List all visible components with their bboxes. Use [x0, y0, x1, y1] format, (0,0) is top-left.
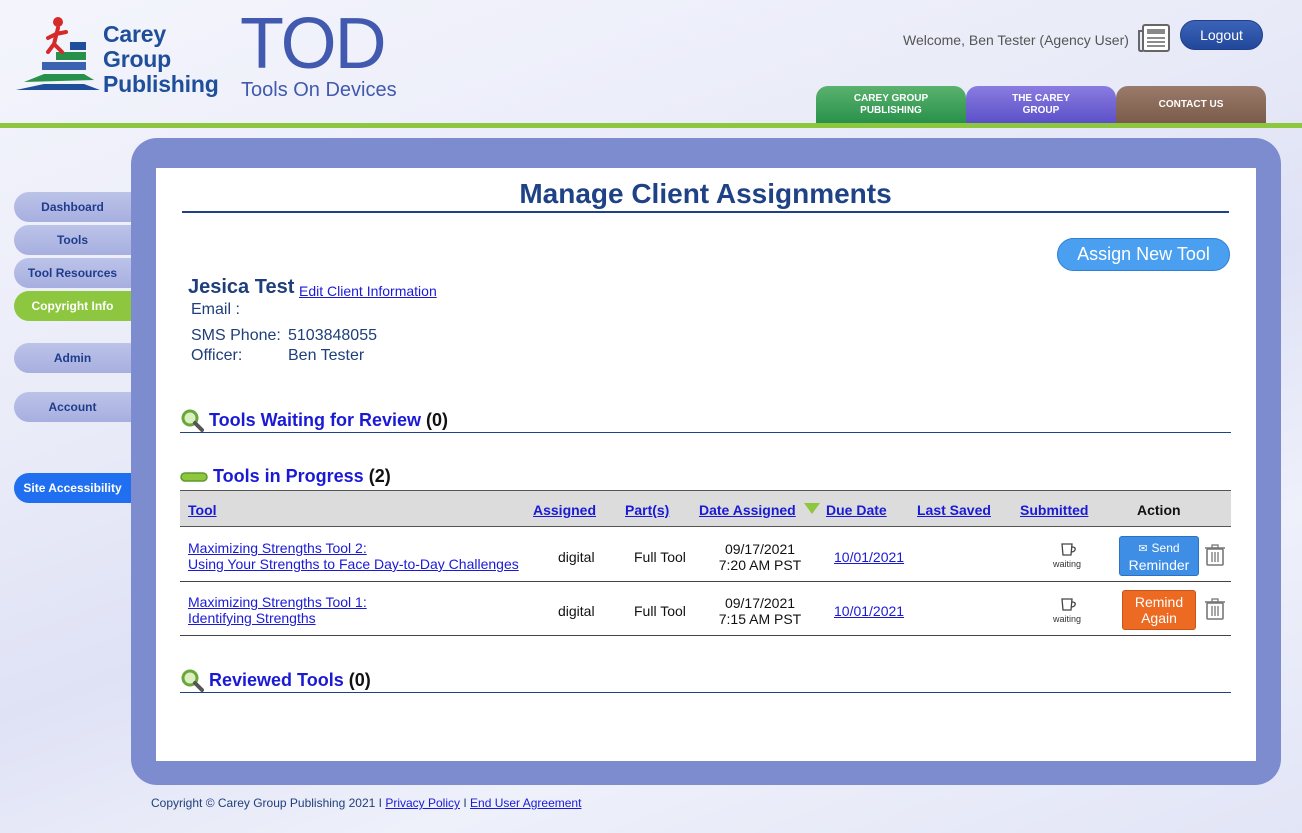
email-label: Email : [191, 301, 240, 318]
column-header-action: Action [1137, 502, 1181, 518]
copyright-text: Copyright © Carey Group Publishing 2021 … [151, 796, 382, 810]
due-date-link[interactable]: 10/01/2021 [834, 603, 904, 619]
column-header-parts[interactable]: Part(s) [625, 502, 669, 518]
tab-label: CONTACT US [1158, 99, 1224, 110]
officer-value: Ben Tester [288, 347, 365, 364]
section-title: Tools in Progress [213, 466, 364, 486]
trash-icon[interactable] [1203, 544, 1227, 566]
header-divider [0, 123, 1302, 128]
date-assigned-cell: 09/17/2021 7:15 AM PST [718, 595, 802, 627]
assign-new-tool-button[interactable]: Assign New Tool [1057, 238, 1230, 271]
carey-group-logo-icon [16, 17, 100, 90]
client-name: Jesica Test [188, 276, 295, 298]
button-label: Send [1151, 541, 1180, 555]
parts-cell: Full Tool [634, 549, 686, 565]
logo-text: Carey Group Publishing [103, 21, 219, 97]
trash-icon[interactable] [1203, 598, 1227, 620]
section-count: (2) [368, 466, 391, 486]
button-label: Reminder [1128, 557, 1190, 573]
button-label: Remind [1134, 594, 1184, 610]
footer-separator: I [463, 796, 467, 810]
officer-label: Officer: [191, 347, 243, 364]
sidebar-item-copyright-info[interactable]: Copyright Info [14, 291, 131, 321]
newspaper-icon[interactable] [1137, 23, 1171, 53]
progress-bar-icon [180, 471, 208, 482]
end-user-agreement-link[interactable]: End User Agreement [470, 796, 581, 810]
footer: Copyright © Carey Group Publishing 2021 … [151, 796, 581, 810]
table-header: Tool Assigned Part(s) Date Assigned Due … [180, 490, 1231, 527]
tool-link[interactable]: Maximizing Strengths Tool 1: Identifying… [188, 594, 367, 626]
button-label: Again [1141, 610, 1177, 626]
app-title: TOD [240, 4, 387, 84]
page-title: Manage Client Assignments [519, 178, 892, 209]
sidebar-item-site-accessibility[interactable]: Site Accessibility [14, 473, 131, 503]
column-header-last-saved[interactable]: Last Saved [917, 502, 991, 518]
section-title: Tools Waiting for Review [209, 409, 422, 430]
send-reminder-button[interactable]: ✉ Send Reminder [1119, 536, 1199, 576]
section-title: Reviewed Tools [209, 669, 344, 690]
header: Carey Group Publishing TOD Tools On Devi… [0, 0, 1302, 128]
sidebar-item-account[interactable]: Account [14, 392, 131, 422]
coffee-cup-icon [1061, 543, 1076, 556]
mail-icon: ✉ [1138, 543, 1148, 555]
submitted-status: waiting [1052, 559, 1081, 569]
column-header-date-assigned[interactable]: Date Assigned [699, 502, 796, 518]
sidebar-item-admin[interactable]: Admin [14, 343, 131, 373]
section-divider [180, 692, 1231, 693]
submitted-status: waiting [1052, 614, 1081, 624]
welcome-text: Welcome, Ben Tester (Agency User) [903, 32, 1129, 48]
tab-label: CAREY GROUP PUBLISHING [853, 93, 929, 116]
section-divider [180, 432, 1231, 433]
section-reviewed-tools[interactable]: Reviewed Tools (0) [180, 668, 371, 692]
column-header-submitted[interactable]: Submitted [1020, 502, 1088, 518]
due-date-link[interactable]: 10/01/2021 [834, 549, 904, 565]
section-tools-waiting[interactable]: Tools Waiting for Review (0) [180, 408, 448, 432]
column-header-due-date[interactable]: Due Date [826, 502, 887, 518]
tab-carey-group-publishing[interactable]: CAREY GROUP PUBLISHING [816, 86, 966, 124]
table-row: Maximizing Strengths Tool 1: Identifying… [180, 582, 1231, 636]
privacy-policy-link[interactable]: Privacy Policy [385, 796, 460, 810]
column-header-assigned[interactable]: Assigned [533, 502, 596, 518]
edit-client-link[interactable]: Edit Client Information [299, 283, 437, 299]
parts-cell: Full Tool [634, 603, 686, 619]
sidebar-item-tool-resources[interactable]: Tool Resources [14, 258, 131, 288]
date-assigned-cell: 09/17/2021 7:20 AM PST [718, 541, 802, 573]
sidebar-item-dashboard[interactable]: Dashboard [14, 192, 131, 222]
column-header-tool[interactable]: Tool [188, 502, 217, 518]
assigned-cell: digital [558, 549, 595, 565]
coffee-cup-icon [1061, 598, 1076, 611]
sms-phone-label: SMS Phone: [191, 327, 281, 344]
section-count: (0) [348, 669, 371, 690]
section-count: (0) [426, 409, 449, 430]
sms-phone-value: 5103848055 [288, 327, 377, 344]
table-row: Maximizing Strengths Tool 2: Using Your … [180, 528, 1231, 582]
tool-link[interactable]: Maximizing Strengths Tool 2: Using Your … [188, 540, 519, 572]
tab-the-carey-group[interactable]: THE CAREY GROUP [966, 86, 1116, 124]
tab-label: THE CAREY GROUP [1012, 93, 1070, 116]
sort-descending-icon[interactable] [804, 503, 820, 514]
tab-contact-us[interactable]: CONTACT US [1116, 86, 1266, 124]
logout-button[interactable]: Logout [1180, 20, 1263, 50]
section-tools-in-progress[interactable]: Tools in Progress (2) [180, 466, 391, 487]
app-subtitle: Tools On Devices [241, 79, 397, 101]
sidebar-item-tools[interactable]: Tools [14, 225, 131, 255]
remind-again-button[interactable]: Remind Again [1122, 590, 1196, 630]
magnifier-icon [181, 409, 204, 432]
title-divider [182, 211, 1229, 213]
magnifier-icon [181, 669, 204, 692]
assigned-cell: digital [558, 603, 595, 619]
